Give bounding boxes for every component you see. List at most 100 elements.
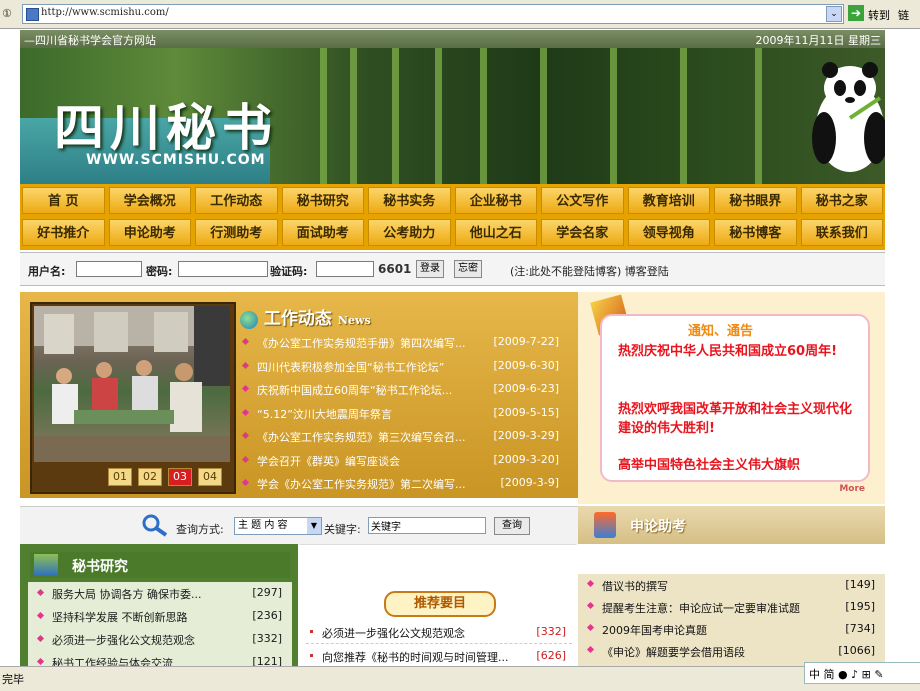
ime-toolbar[interactable]: 中 简 ● ♪ ⊞ ✎ (804, 662, 920, 684)
search-button[interactable]: 查询 (494, 517, 530, 535)
book-icon (34, 554, 58, 576)
nav-item[interactable]: 行测助考 (195, 219, 278, 246)
search-method-select[interactable]: 主 题 内 容 ▼ (234, 517, 322, 535)
nav-item[interactable]: 他山之石 (454, 219, 537, 246)
news-item[interactable]: 庆祝新中国成立60周年“秘书工作论坛... [2009-6-23] (241, 379, 573, 403)
notice-line[interactable]: 高举中国特色社会主义伟大旗帜 (618, 456, 858, 470)
mishu-title[interactable]: 秘书研究 (72, 556, 128, 576)
list-item-title[interactable]: 服务大局 协调各方 确保市委... (52, 586, 252, 602)
bamboo-stalk (755, 48, 762, 184)
news-item-title[interactable]: 庆祝新中国成立60周年“秘书工作论坛... (257, 382, 477, 398)
list-item[interactable]: 提醒考生注意：申论应试一定要审准试题 [195] (578, 596, 885, 618)
nav-item[interactable]: 公考助力 (368, 219, 451, 246)
news-photo[interactable] (34, 306, 230, 462)
go-button[interactable]: 转到 (868, 7, 890, 23)
notice-line[interactable]: 热烈欢呼我国改革开放和社会主义现代化建设的伟大胜利! (618, 400, 858, 438)
list-item[interactable]: 《申论》解题要学会借用语段 [1066] (578, 640, 885, 662)
news-item-date: [2009-6-23] (493, 382, 559, 395)
nav-item[interactable]: 秘书研究 (281, 187, 364, 214)
news-item-title[interactable]: “5.12”汶川大地震周年祭言 (257, 406, 477, 422)
list-item-title[interactable]: 必须进一步强化公文规范观念 (322, 625, 522, 641)
list-item[interactable]: 服务大局 协调各方 确保市委... [297] (28, 582, 292, 605)
news-title-en: News (337, 314, 371, 327)
list-item-title[interactable]: 必须进一步强化公文规范观念 (52, 632, 252, 648)
notice-line[interactable]: 热烈庆祝中华人民共和国成立60周年! (618, 342, 858, 361)
nav-item[interactable]: 申论助考 (108, 219, 191, 246)
news-list: 《办公室工作实务规范手册》第四次编写... [2009-7-22] 四川代表积极参… (241, 332, 573, 497)
nav-item[interactable]: 学会概况 (108, 187, 191, 214)
news-item[interactable]: 四川代表积极参加全国“秘书工作论坛” [2009-6-30] (241, 356, 573, 380)
site-logo[interactable]: 四川秘书 (54, 88, 278, 160)
nav-item[interactable]: 联系我们 (800, 219, 883, 246)
login-button[interactable]: 登录 (416, 260, 444, 278)
list-item[interactable]: 2009年国考申论真题 [734] (578, 618, 885, 640)
nav-item[interactable]: 秘书实务 (368, 187, 451, 214)
password-input[interactable] (178, 261, 268, 277)
news-item[interactable]: “5.12”汶川大地震周年祭言 [2009-5-15] (241, 403, 573, 427)
search-method-value: 主 题 内 容 (238, 520, 288, 531)
list-item-count: [297] (252, 586, 282, 599)
news-item[interactable]: 学会《办公室工作实务规范》第二次编写... [2009-3-9] (241, 473, 573, 497)
nav-row-2: 好书推介 申论助考 行测助考 面试助考 公考助力 他山之石 学会名家 领导视角 … (20, 217, 885, 248)
photo-page-2[interactable]: 02 (138, 468, 162, 486)
username-input[interactable] (76, 261, 142, 277)
nav-item[interactable]: 学会名家 (541, 219, 624, 246)
go-arrow-icon[interactable]: ➔ (848, 5, 864, 21)
news-item[interactable]: 《办公室工作实务规范手册》第四次编写... [2009-7-22] (241, 332, 573, 356)
nav-item[interactable]: 秘书博客 (714, 219, 797, 246)
list-item[interactable]: 向您推荐《秘书的时间观与时间管理... [626] (306, 645, 572, 668)
news-item-date: [2009-3-29] (493, 429, 559, 442)
site-top-strip: —四川省秘书学会官方网站 2009年11月11日 星期三 (20, 30, 885, 48)
news-item-title[interactable]: 《办公室工作实务规范手册》第四次编写... (257, 335, 477, 351)
bamboo-stalk (480, 48, 487, 184)
url-dropdown-icon[interactable]: ⌄ (826, 6, 842, 22)
nav-item[interactable]: 首 页 (22, 187, 105, 214)
notice-panel: 通知、通告 热烈庆祝中华人民共和国成立60周年! 热烈欢呼我国改革开放和社会主义… (578, 292, 885, 504)
forgot-password-button[interactable]: 忘密 (454, 260, 482, 278)
url-field[interactable]: http://www.scmishu.com/ (22, 4, 844, 24)
nav-item[interactable]: 秘书眼界 (714, 187, 797, 214)
list-item[interactable]: 借议书的撰写 [149] (578, 574, 885, 596)
bullet-icon (241, 384, 250, 393)
nav-item[interactable]: 工作动态 (195, 187, 278, 214)
nav-item[interactable]: 好书推介 (22, 219, 105, 246)
more-link[interactable]: More (839, 484, 865, 494)
photo-page-3[interactable]: 03 (168, 468, 192, 486)
list-item-title[interactable]: 坚持科学发展 不断创新思路 (52, 609, 252, 625)
list-item-title[interactable]: 借议书的撰写 (602, 578, 832, 594)
photo-page-1[interactable]: 01 (108, 468, 132, 486)
nav-item[interactable]: 秘书之家 (800, 187, 883, 214)
nav-item[interactable]: 企业秘书 (454, 187, 537, 214)
nav-item[interactable]: 公文写作 (541, 187, 624, 214)
news-item[interactable]: 《办公室工作实务规范》第三次编写会召... [2009-3-29] (241, 426, 573, 450)
address-bar: ① http://www.scmishu.com/ ⌄ ➔ 转到 链 (0, 0, 920, 29)
bullet-icon (36, 611, 45, 620)
captcha-label: 验证码: (270, 265, 308, 278)
recommend-title: 推荐要目 (384, 591, 496, 617)
captcha-input[interactable] (316, 261, 374, 277)
shenlun-title[interactable]: 申论助考 (630, 516, 686, 536)
list-item[interactable]: 必须进一步强化公文规范观念 [332] (28, 628, 292, 651)
bullet-icon (241, 431, 250, 440)
news-item[interactable]: 学会召开《群英》编写座谈会 [2009-3-20] (241, 450, 573, 474)
bamboo-stalk (435, 48, 442, 184)
login-note[interactable]: (注:此处不能登陆博客) 博客登陆 (510, 263, 669, 279)
news-item-title[interactable]: 《办公室工作实务规范》第三次编写会召... (257, 429, 477, 445)
list-item-title[interactable]: 《申论》解题要学会借用语段 (602, 644, 832, 660)
list-item-title[interactable]: 2009年国考申论真题 (602, 622, 832, 638)
news-item-title[interactable]: 学会召开《群英》编写座谈会 (257, 453, 477, 469)
nav-item[interactable]: 领导视角 (627, 219, 710, 246)
news-item-title[interactable]: 四川代表积极参加全国“秘书工作论坛” (257, 359, 477, 375)
list-item[interactable]: 坚持科学发展 不断创新思路 [236] (28, 605, 292, 628)
list-item-title[interactable]: 提醒考生注意：申论应试一定要审准试题 (602, 600, 832, 616)
keyword-input[interactable] (368, 517, 486, 534)
search-method-label: 查询方式: (176, 523, 224, 536)
list-item-title[interactable]: 向您推荐《秘书的时间观与时间管理... (322, 649, 522, 665)
meeting-photo-image (34, 306, 230, 462)
nav-item[interactable]: 面试助考 (281, 219, 364, 246)
links-button[interactable]: 链 (898, 7, 909, 23)
photo-page-4[interactable]: 04 (198, 468, 222, 486)
nav-item[interactable]: 教育培训 (627, 187, 710, 214)
news-item-title[interactable]: 学会《办公室工作实务规范》第二次编写... (257, 476, 477, 492)
list-item[interactable]: 必须进一步强化公文规范观念 [332] (306, 621, 572, 644)
